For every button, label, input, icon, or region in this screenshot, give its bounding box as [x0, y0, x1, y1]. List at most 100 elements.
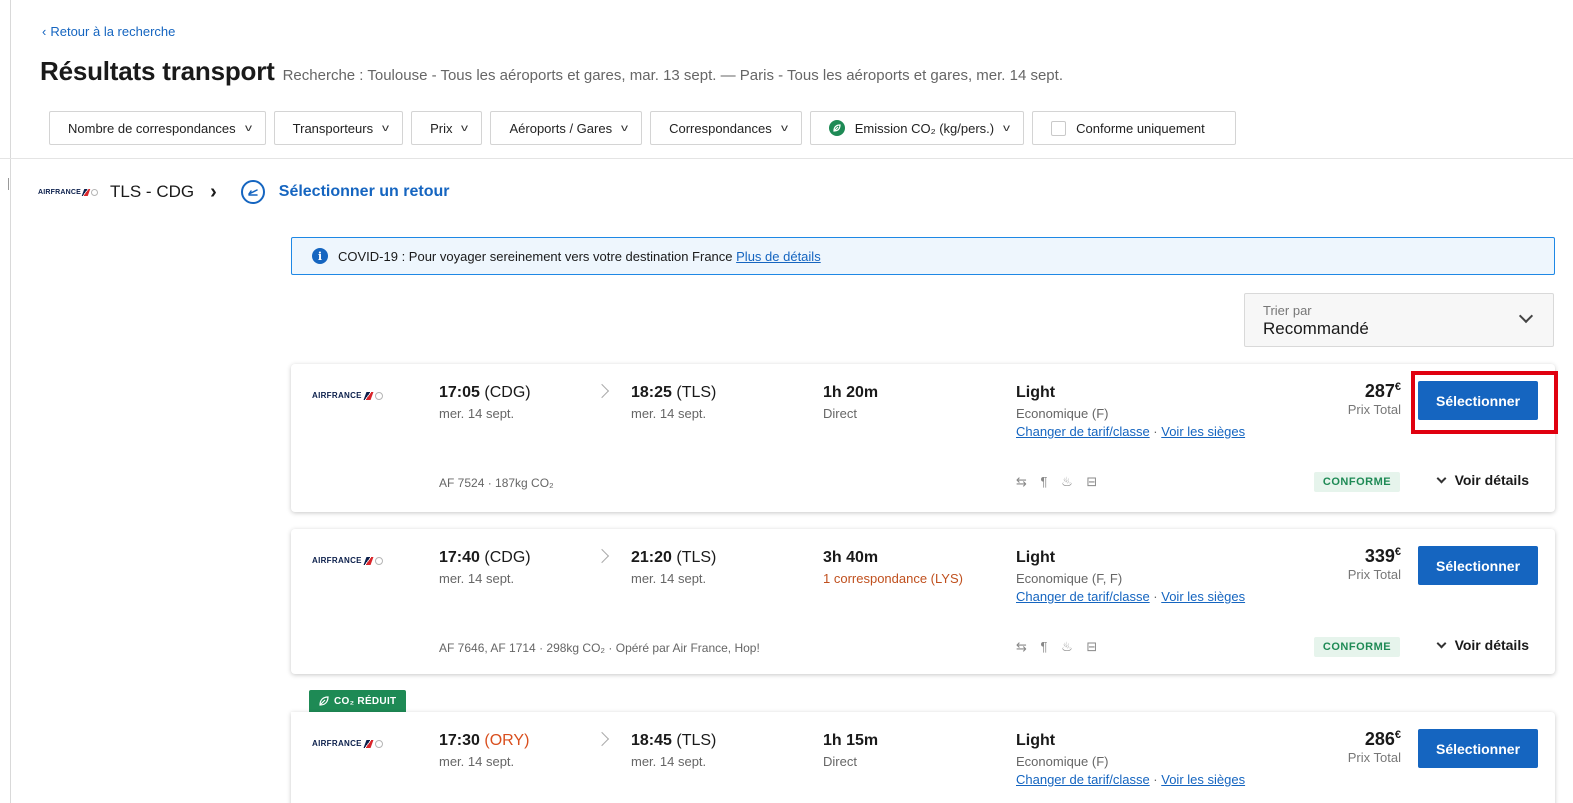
- arrival-time: 18:25: [631, 384, 672, 401]
- stops-info: 1 correspondance (LYS): [823, 571, 963, 586]
- departure-time: 17:30: [439, 732, 480, 749]
- view-details-toggle[interactable]: Voir détails: [1436, 472, 1529, 488]
- chevron-down-icon: v: [780, 122, 788, 134]
- filter-label: Nombre de correspondances: [68, 120, 236, 136]
- compliant-checkbox[interactable]: [1051, 120, 1067, 136]
- filter-carriers[interactable]: Transporteurs v: [273, 111, 404, 145]
- filter-label: Prix: [430, 120, 453, 136]
- compliant-badge: CONFORME: [1314, 637, 1400, 657]
- arrival-date: mer. 14 sept.: [631, 406, 707, 421]
- back-link-label: Retour à la recherche: [50, 24, 176, 39]
- price-amount: 286: [1364, 729, 1395, 749]
- departure: 17:30 (ORY) mer. 14 sept.: [439, 732, 529, 769]
- sort-label: Trier par: [1263, 303, 1312, 318]
- price-label: Prix Total: [1347, 567, 1401, 582]
- filter-price[interactable]: Prix v: [411, 111, 483, 145]
- filter-co2-emission[interactable]: Emission CO₂ (kg/pers.) v: [809, 111, 1025, 145]
- covid-info-banner: i COVID-19 : Pour voyager sereinement ve…: [291, 237, 1555, 275]
- airline-logo: AIRFRANCE: [312, 739, 383, 748]
- sort-dropdown[interactable]: Trier par Recommandé: [1244, 293, 1554, 347]
- departure-time: 17:05: [439, 384, 480, 401]
- search-summary: Recherche : Toulouse - Tous les aéroport…: [282, 67, 1063, 84]
- arrival: 18:45 (TLS) mer. 14 sept.: [631, 732, 716, 769]
- change-fare-link[interactable]: Changer de tarif/classe: [1016, 772, 1150, 787]
- details-label: Voir détails: [1454, 472, 1529, 488]
- arrival-airport: (TLS): [676, 384, 717, 401]
- departure: 17:40 (CDG) mer. 14 sept.: [439, 549, 531, 586]
- departure-date: mer. 14 sept.: [439, 754, 515, 769]
- filter-compliant-only[interactable]: Conforme uniquement: [1032, 111, 1236, 145]
- link-separator: ·: [1149, 589, 1162, 604]
- filter-label: Emission CO₂ (kg/pers.): [854, 120, 995, 136]
- filter-connections-count[interactable]: Nombre de correspondances v: [49, 111, 266, 145]
- return-flight-icon[interactable]: [240, 180, 265, 204]
- chevron-down-icon: [1436, 638, 1447, 648]
- page-header: Résultats transport Recherche : Toulouse…: [40, 56, 1063, 87]
- stops-info: Direct: [823, 754, 857, 769]
- amenities-icons: ⇆ ¶ ♨ ⊟: [1016, 639, 1103, 654]
- chevron-right-icon: ›: [210, 180, 217, 203]
- airline-logo: AIRFRANCE: [312, 556, 383, 565]
- flight-number-co2: AF 7646, AF 1714 · 298kg CO₂ · Opéré par…: [439, 641, 760, 655]
- price: 287€ Prix Total: [1348, 381, 1401, 417]
- fare-name: Light: [1016, 384, 1056, 401]
- change-fare-link[interactable]: Changer de tarif/classe: [1016, 589, 1150, 604]
- arrival: 21:20 (TLS) mer. 14 sept.: [631, 549, 716, 586]
- price-label: Prix Total: [1347, 402, 1401, 417]
- price-amount: 339: [1364, 546, 1395, 566]
- flight-card: AIRFRANCE 17:40 (CDG) mer. 14 sept. 21:2…: [291, 529, 1555, 674]
- compliant-badge: CONFORME: [1314, 472, 1400, 492]
- departure-airport: (CDG): [484, 384, 531, 401]
- arrival-airport: (TLS): [676, 549, 717, 566]
- chevron-left-icon: ‹: [42, 24, 47, 39]
- arrival: 18:25 (TLS) mer. 14 sept.: [631, 384, 716, 421]
- filter-airports-stations[interactable]: Aéroports / Gares v: [490, 111, 643, 145]
- link-separator: ·: [1149, 424, 1162, 439]
- arrival-time: 21:20: [631, 549, 672, 566]
- chevron-down-icon: v: [244, 122, 252, 134]
- duration: 1h 15m Direct: [823, 732, 878, 769]
- info-icon: i: [312, 248, 328, 264]
- details-label: Voir détails: [1454, 637, 1529, 653]
- stops-info: Direct: [823, 406, 857, 421]
- filter-label: Conforme uniquement: [1076, 120, 1205, 136]
- currency: €: [1394, 381, 1401, 393]
- banner-details-link[interactable]: Plus de détails: [736, 249, 821, 264]
- co2-reduced-label: CO₂ RÉDUIT: [334, 695, 397, 707]
- scroll-marker: [8, 178, 12, 190]
- currency: €: [1394, 729, 1401, 741]
- arrival-date: mer. 14 sept.: [631, 754, 707, 769]
- flight-number-co2: AF 7524 · 187kg CO₂: [439, 476, 554, 490]
- left-divider: [10, 0, 11, 803]
- arrival-airport: (TLS): [676, 732, 717, 749]
- select-flight-button[interactable]: Sélectionner: [1418, 546, 1538, 585]
- price: 286€ Prix Total: [1348, 729, 1401, 765]
- leaf-icon: [319, 696, 329, 706]
- select-flight-button[interactable]: Sélectionner: [1418, 729, 1538, 768]
- route-code: TLS - CDG: [110, 182, 195, 201]
- departure-airport: (ORY): [484, 732, 530, 749]
- duration-value: 1h 20m: [823, 384, 879, 401]
- view-seats-link[interactable]: Voir les sièges: [1161, 589, 1245, 604]
- co2-reduced-badge: CO₂ RÉDUIT: [309, 690, 407, 712]
- flight-card: AIRFRANCE 17:05 (CDG) mer. 14 sept. 18:2…: [291, 364, 1558, 512]
- view-details-toggle[interactable]: Voir détails: [1436, 637, 1529, 653]
- view-seats-link[interactable]: Voir les sièges: [1161, 772, 1245, 787]
- select-return-link[interactable]: Sélectionner un retour: [279, 183, 450, 201]
- fare-info: Light Economique (F, F) Changer de tarif…: [1016, 549, 1245, 604]
- filter-label: Transporteurs: [292, 120, 374, 136]
- view-seats-link[interactable]: Voir les sièges: [1161, 424, 1245, 439]
- currency: €: [1394, 546, 1401, 558]
- filter-connections[interactable]: Correspondances v: [650, 111, 802, 145]
- departure-airport: (CDG): [484, 549, 531, 566]
- filter-bar: Nombre de correspondances v Transporteur…: [49, 111, 1236, 145]
- back-to-search-link[interactable]: ‹ Retour à la recherche: [42, 24, 175, 39]
- chevron-right-icon: [594, 383, 610, 399]
- change-fare-link[interactable]: Changer de tarif/classe: [1016, 424, 1150, 439]
- fare-name: Light: [1016, 732, 1056, 749]
- header-divider: [0, 158, 1573, 159]
- chevron-down-icon: v: [382, 122, 390, 134]
- airline-logo: AIRFRANCE: [38, 188, 99, 196]
- banner-text: COVID-19 : Pour voyager sereinement vers…: [338, 248, 733, 264]
- cabin-class: Economique (F): [1016, 754, 1109, 769]
